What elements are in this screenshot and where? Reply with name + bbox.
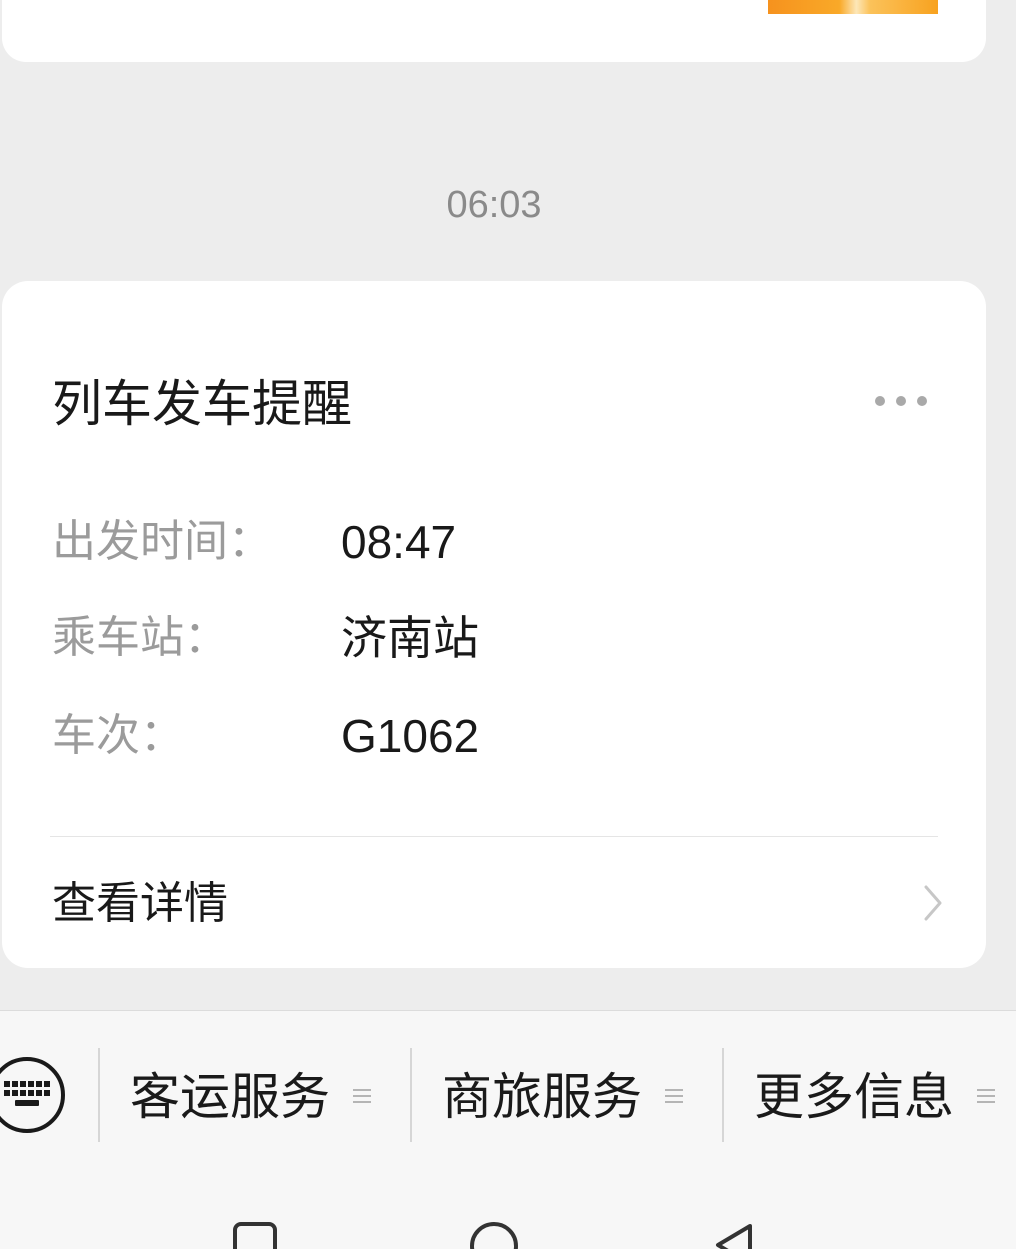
message-timestamp: 06:03 <box>446 184 542 226</box>
back-button[interactable] <box>706 1216 758 1249</box>
info-value-train-number: G1062 <box>341 710 480 762</box>
article-thumbnail <box>768 0 938 14</box>
menu-lines-icon <box>665 1089 683 1103</box>
menu-tab-label: 更多信息 <box>754 1069 954 1125</box>
menu-tab-label: 商旅服务 <box>442 1069 642 1125</box>
card-title: 列车发车提醒 <box>52 376 352 432</box>
view-details-link[interactable]: 查看详情 <box>2 837 986 968</box>
view-details-label: 查看详情 <box>52 879 228 928</box>
train-departure-reminder-card[interactable]: 列车发车提醒 出发时间： 08:47 乘车站： 济南站 车次： G1062 查看… <box>2 281 986 968</box>
info-label-train-number: 车次： <box>52 711 184 760</box>
service-menu-bar: 客运服务 商旅服务 更多信息 <box>0 1010 1016 1249</box>
chevron-right-icon <box>924 885 942 921</box>
menu-lines-icon <box>977 1089 995 1103</box>
home-button[interactable] <box>468 1216 520 1249</box>
menu-tab-business-travel[interactable]: 商旅服务 <box>412 1048 704 1142</box>
circle-home-icon <box>470 1222 518 1249</box>
more-dots-icon <box>875 396 927 406</box>
keyboard-toggle-button[interactable] <box>0 1048 70 1142</box>
square-recents-icon <box>233 1222 277 1249</box>
menu-lines-icon <box>353 1089 371 1103</box>
more-options-button[interactable] <box>870 386 932 416</box>
info-value-departure-time: 08:47 <box>341 516 457 568</box>
menu-tab-label: 客运服务 <box>130 1069 330 1125</box>
menu-tab-more-info[interactable]: 更多信息 <box>724 1048 1016 1142</box>
recents-button[interactable] <box>229 1216 281 1249</box>
info-label-departure-time: 出发时间： <box>52 517 272 566</box>
triangle-back-icon <box>716 1224 752 1249</box>
keyboard-icon <box>0 1057 65 1133</box>
info-label-station: 乘车站： <box>52 613 228 662</box>
menu-tab-passenger-service[interactable]: 客运服务 <box>100 1048 392 1142</box>
info-value-station: 济南站 <box>341 612 479 664</box>
